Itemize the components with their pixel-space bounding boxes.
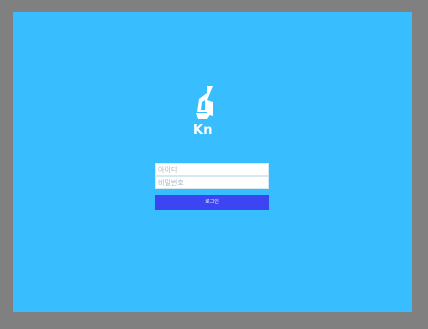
logo-hull <box>196 113 211 119</box>
brand-name: Kn <box>193 123 213 138</box>
username-input[interactable] <box>155 163 269 176</box>
logo-top-shape <box>207 86 213 100</box>
login-screen: Kn 로그인 <box>13 12 412 312</box>
login-button[interactable]: 로그인 <box>155 195 269 210</box>
password-input[interactable] <box>155 176 269 189</box>
boat-logo-svg <box>196 86 213 119</box>
boat-logo-icon <box>193 84 213 124</box>
